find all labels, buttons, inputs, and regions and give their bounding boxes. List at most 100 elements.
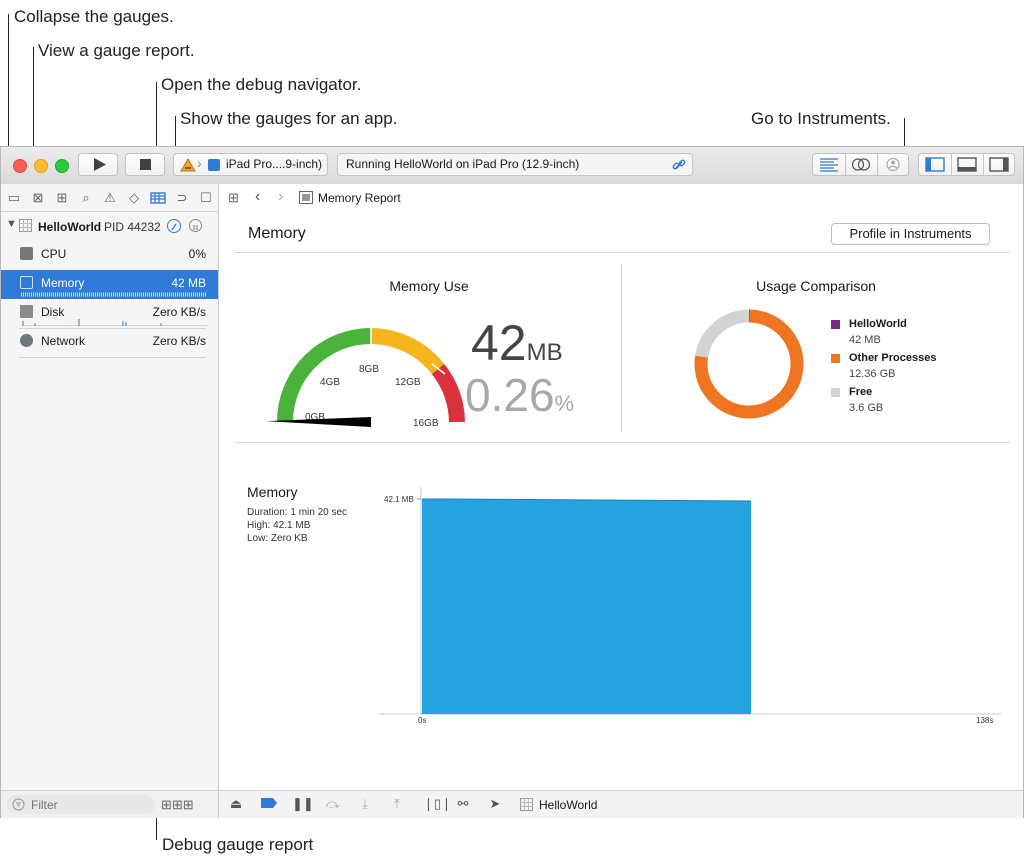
breakpoints-toggle-icon[interactable] xyxy=(260,797,277,811)
memory-graph-icon[interactable]: ⚯ xyxy=(455,797,471,811)
memory-percent-block: 0.26% xyxy=(465,368,615,431)
disk-icon xyxy=(20,305,33,318)
scheme-device-label: iPad Pro....9-inch) xyxy=(226,157,323,171)
scheme-selector[interactable]: › iPad Pro....9-inch) xyxy=(173,153,328,176)
callout-view-gauge-report: View a gauge report. xyxy=(38,41,195,60)
legend-name: Free xyxy=(849,386,873,398)
legend-value: 3.6 GB xyxy=(849,402,884,414)
person-circle-icon xyxy=(886,157,900,172)
step-into-icon[interactable]: ⤓ xyxy=(357,797,373,811)
cpu-chip-icon xyxy=(20,247,33,260)
view-hierarchy-icon[interactable]: ❘▯❘ xyxy=(423,797,452,811)
gauge-row-memory[interactable]: Memory 42 MB xyxy=(1,270,218,299)
legend-swatch xyxy=(831,320,840,329)
search-icon[interactable]: ⌕ xyxy=(78,190,94,206)
navigator-selector-bar: ▭ ⊠ ⊞ ⌕ ⚠ ◇ ⊃ ☐ xyxy=(1,184,219,212)
report-bubble-icon[interactable]: ☐ xyxy=(198,190,214,206)
gauge-tick-label: 4GB xyxy=(320,377,340,388)
right-panel-icon xyxy=(989,157,1009,172)
jump-bar: ⊞ ‹ › Memory Report xyxy=(219,184,1023,213)
pause-icon[interactable]: ❚❚ xyxy=(292,797,314,811)
disclosure-triangle-icon[interactable]: ▼ xyxy=(6,218,17,230)
debug-bar: ⏏ ❚❚ ⤼ ⤓ ⤒ ❘▯❘ ⚯ ➤ HelloWorld xyxy=(219,790,1023,818)
x-axis-start-label: 0s xyxy=(418,716,426,725)
gauge-arc-yellow xyxy=(370,328,445,375)
profile-in-instruments-button[interactable]: Profile in Instruments xyxy=(831,223,990,245)
report-title: Memory xyxy=(248,225,306,242)
x-axis-end-label: 138s xyxy=(976,716,993,725)
venn-circles-icon xyxy=(851,158,871,171)
activity-status-text: Running HelloWorld on iPad Pro (12.9-inc… xyxy=(346,157,580,171)
memory-percent-number: 0.26 xyxy=(465,369,555,421)
left-panel-icon xyxy=(925,157,945,172)
section-divider xyxy=(235,252,1010,253)
stop-button[interactable] xyxy=(125,153,165,176)
memory-sparkline xyxy=(21,292,207,297)
toggle-navigator-button[interactable] xyxy=(919,154,952,175)
legend-swatch xyxy=(831,354,840,363)
chevron-right-icon: › xyxy=(197,155,202,171)
gauge-label: Memory xyxy=(41,276,85,290)
folder-icon[interactable]: ▭ xyxy=(6,190,22,206)
breadcrumb[interactable]: Memory Report xyxy=(318,191,401,205)
gauge-toggle-icon[interactable] xyxy=(167,219,181,233)
gauge-tick-label: 12GB xyxy=(395,377,421,388)
symbol-hierarchy-icon[interactable]: ⊞ xyxy=(54,190,70,206)
breakpoint-icon[interactable]: ⊃ xyxy=(174,190,190,206)
donut-slice-free xyxy=(695,309,750,358)
memory-value-number: 42 xyxy=(471,315,527,371)
standard-editor-button[interactable] xyxy=(813,154,846,175)
related-items-grid-icon[interactable]: ⊞ xyxy=(228,190,239,206)
link-icon xyxy=(672,159,686,170)
hierarchy-filter-icon[interactable]: ⊞⊞⊞ xyxy=(161,797,194,813)
play-icon xyxy=(94,158,106,171)
process-grid-icon xyxy=(520,798,533,811)
step-out-icon[interactable]: ⤒ xyxy=(389,797,405,811)
close-window-button[interactable] xyxy=(13,159,27,173)
location-arrow-icon[interactable]: ➤ xyxy=(487,797,503,811)
panel-toggle-group xyxy=(918,153,1015,176)
usage-comparison-heading: Usage Comparison xyxy=(756,278,876,294)
gauge-separator xyxy=(19,357,206,358)
minimize-window-button[interactable] xyxy=(34,159,48,173)
app-scheme-icon xyxy=(180,158,196,172)
warning-icon[interactable]: ⚠ xyxy=(102,190,118,206)
bottom-panel-icon xyxy=(957,157,977,172)
hide-debug-area-icon[interactable]: ⏏ xyxy=(228,797,244,811)
stop-icon xyxy=(140,159,151,170)
assistant-editor-button[interactable] xyxy=(845,154,878,175)
run-button[interactable] xyxy=(78,153,118,176)
source-control-icon[interactable]: ⊠ xyxy=(30,190,46,206)
y-axis-label: 42.1 MB xyxy=(384,495,414,504)
memory-chip-icon xyxy=(20,276,33,289)
gauge-row-disk[interactable]: Disk Zero KB/s xyxy=(1,299,218,328)
filter-input[interactable] xyxy=(29,796,153,814)
debug-navigator: ▼ HelloWorld PID 44232 CPU 0% Memory 42 … xyxy=(1,212,219,790)
disk-sparkline xyxy=(21,319,207,326)
debug-process-name[interactable]: HelloWorld xyxy=(539,798,597,812)
forward-chevron-icon[interactable]: › xyxy=(278,188,283,206)
process-name: HelloWorld xyxy=(38,220,102,234)
process-header[interactable]: ▼ HelloWorld PID 44232 xyxy=(1,212,218,240)
back-chevron-icon[interactable]: ‹ xyxy=(255,188,260,206)
callout-go-to-instruments: Go to Instruments. xyxy=(751,109,891,128)
gauge-tick-label: 16GB xyxy=(413,418,439,429)
gauge-row-cpu[interactable]: CPU 0% xyxy=(1,241,218,270)
memory-use-heading: Memory Use xyxy=(389,278,469,294)
toggle-debug-area-button[interactable] xyxy=(951,154,984,175)
section-divider xyxy=(235,442,1010,443)
gauge-tick-label: 8GB xyxy=(359,364,379,375)
debug-navigator-icon[interactable] xyxy=(150,190,166,206)
toggle-utilities-button[interactable] xyxy=(983,154,1015,175)
test-diamond-icon[interactable]: ◇ xyxy=(126,190,142,206)
callout-collapse-gauges: Collapse the gauges. xyxy=(14,7,174,26)
version-editor-button[interactable] xyxy=(877,154,909,175)
filter-field[interactable] xyxy=(7,795,155,814)
pause-process-icon[interactable] xyxy=(189,219,202,232)
legend-value: 12.36 GB xyxy=(849,368,896,380)
gauge-row-network[interactable]: Network Zero KB/s xyxy=(1,328,218,357)
memory-chip-icon xyxy=(299,191,313,204)
legend-name: HelloWorld xyxy=(849,318,907,330)
zoom-window-button[interactable] xyxy=(55,159,69,173)
step-over-icon[interactable]: ⤼ xyxy=(325,797,341,811)
